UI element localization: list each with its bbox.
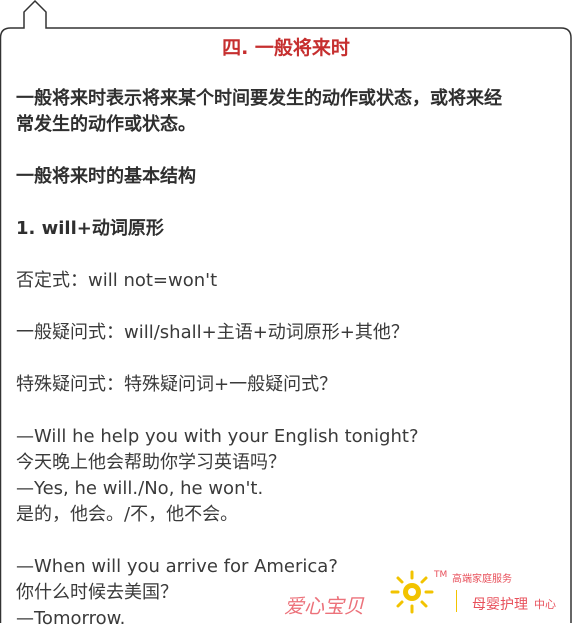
example-1-question-en: —Will he help you with your English toni… [16,426,419,447]
sun-logo-icon [390,570,434,614]
special-question-form: 特殊疑问式：特殊疑问词+一般疑问式？ [16,374,338,395]
intro-line-2: 常发生的动作或状态。 [16,114,196,135]
rule-heading: 1. will+动词原形 [16,218,164,239]
watermark-tm: TM [434,570,448,580]
section-title: 四. 一般将来时 [222,37,350,59]
watermark-brand-text: 爱心宝贝 [284,594,364,618]
structure-heading: 一般将来时的基本结构 [16,166,196,187]
general-question-form: 一般疑问式：will/shall+主语+动词原形+其他？ [16,322,409,343]
watermark-divider [456,590,457,612]
intro-line-1: 一般将来时表示将来某个时间要发生的动作或状态，或将来经 [16,88,502,109]
watermark-center-main: 母婴护理 [472,597,528,613]
article-body: 一般将来时表示将来某个时间要发生的动作或状态，或将来经 常发生的动作或状态。 一… [16,86,556,632]
watermark-slogan: 高端家庭服务 [452,574,512,585]
watermark-center-suffix: 中心 [534,598,556,611]
brand-watermark: 爱心宝贝 TM 高端家庭服务 母婴护理 中心 [284,560,572,623]
example-1-question-zh: 今天晚上他会帮助你学习英语吗？ [16,452,286,473]
negative-form: 否定式：will not=won't [16,270,218,291]
example-1-answer-zh: 是的，他会。/不，他不会。 [16,504,239,525]
example-1-answer-en: —Yes, he will./No, he won't. [16,478,264,499]
